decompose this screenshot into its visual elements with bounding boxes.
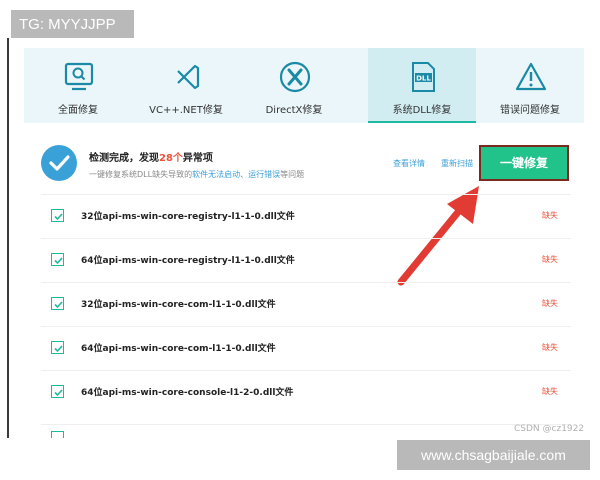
tab-label: VC++.NET修复	[149, 105, 223, 116]
warning-icon	[515, 62, 547, 91]
checkmark-icon	[54, 389, 63, 397]
dll-row[interactable]: 64位api-ms-win-core-com-l1-1-0.dll文件 缺失	[41, 326, 571, 370]
sub-link-runtime[interactable]: 运行错误	[248, 170, 280, 179]
checkmark-icon	[54, 257, 63, 265]
screenshot-page: TG: MYYJJPP 全面修复 VC++.NET修复 DirectX修复 DL…	[0, 0, 600, 480]
missing-status: 缺失	[542, 255, 558, 264]
repair-tabbar: 全面修复 VC++.NET修复 DirectX修复 DLL 系统DLL修复 错误…	[24, 48, 584, 123]
tab-directx-repair[interactable]: DirectX修复	[240, 48, 348, 123]
missing-status: 缺失	[542, 211, 558, 220]
row-checkbox[interactable]	[51, 385, 64, 398]
dll-file-name: 64位api-ms-win-core-com-l1-1-0.dll文件	[81, 344, 276, 354]
domain-watermark: www.chsagbaijiale.com	[397, 440, 590, 470]
issue-count: 28个	[159, 153, 183, 164]
missing-status: 缺失	[542, 387, 558, 396]
dll-file-name: 64位api-ms-win-core-console-l1-2-0.dll文件	[81, 388, 294, 398]
checkmark-icon	[54, 213, 63, 221]
tg-watermark: TG: MYYJJPP	[11, 10, 134, 40]
dll-file-name: 32位api-ms-win-core-com-l1-1-0.dll文件	[81, 300, 276, 310]
dll-file-icon: DLL	[412, 62, 435, 92]
missing-status: 缺失	[542, 299, 558, 308]
dll-row[interactable]: 64位api-ms-win-core-console-l1-2-0.dll文件 …	[41, 370, 571, 414]
row-checkbox[interactable]	[51, 431, 64, 438]
tab-label: 全面修复	[58, 105, 98, 116]
dll-row[interactable]: 64位api-ms-win-core-registry-l1-1-0.dll文件…	[41, 238, 571, 282]
tab-label: 系统DLL修复	[392, 105, 452, 116]
view-details-link[interactable]: 查看详情	[393, 158, 425, 169]
dll-row[interactable]: 32位api-ms-win-core-registry-l1-1-0.dll文件…	[41, 194, 571, 238]
tab-vc-net-repair[interactable]: VC++.NET修复	[132, 48, 240, 123]
tab-label: DirectX修复	[265, 105, 323, 116]
one-click-repair-button[interactable]: 一键修复	[479, 145, 569, 181]
row-checkbox[interactable]	[51, 341, 64, 354]
row-checkbox[interactable]	[51, 209, 64, 222]
svg-text:DLL: DLL	[416, 75, 431, 83]
directx-icon	[279, 61, 311, 93]
check-circle-icon	[41, 145, 77, 181]
dll-file-name: 64位api-ms-win-core-registry-l1-1-0.dll文件	[81, 256, 295, 266]
visual-studio-icon	[177, 64, 200, 90]
dll-row[interactable]: 32位api-ms-win-core-com-l1-1-0.dll文件 缺失	[41, 282, 571, 326]
checkmark-icon	[54, 345, 63, 353]
tab-full-repair[interactable]: 全面修复	[24, 48, 132, 123]
row-checkbox[interactable]	[51, 297, 64, 310]
missing-status: 缺失	[542, 343, 558, 352]
monitor-search-icon	[64, 62, 94, 91]
csdn-watermark: CSDN @cz1922	[514, 424, 585, 434]
dll-repair-window: 全面修复 VC++.NET修复 DirectX修复 DLL 系统DLL修复 错误…	[7, 38, 590, 438]
sub-link-startup[interactable]: 软件无法启动	[192, 170, 240, 179]
tab-system-dll-repair[interactable]: DLL 系统DLL修复	[368, 48, 476, 123]
scan-result-description: 一键修复系统DLL缺失导致的软件无法启动、运行错误等问题	[89, 170, 305, 179]
dll-file-name: 32位api-ms-win-core-registry-l1-1-0.dll文件	[81, 212, 295, 222]
row-checkbox[interactable]	[51, 253, 64, 266]
checkmark-icon	[54, 301, 63, 309]
dll-row-partial	[41, 424, 571, 438]
rescan-link[interactable]: 重新扫描	[441, 158, 473, 169]
scan-result-title: 检测完成，发现28个异常项	[89, 153, 213, 164]
tab-error-repair[interactable]: 错误问题修复	[476, 48, 584, 123]
tab-label: 错误问题修复	[500, 105, 560, 116]
